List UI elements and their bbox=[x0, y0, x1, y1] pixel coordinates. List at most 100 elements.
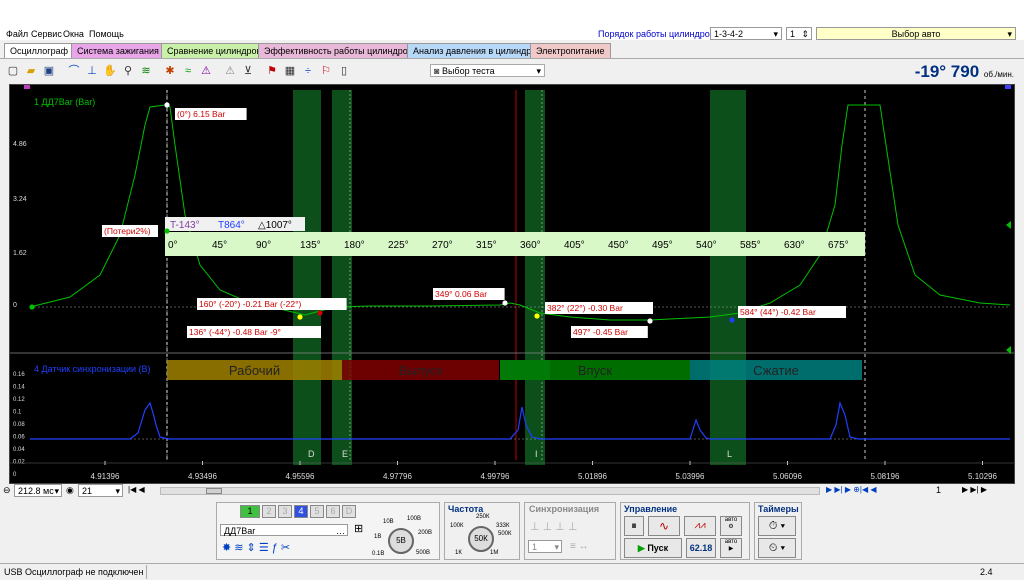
oscilloscope-display[interactable]: 4.86 3.24 1.62 0 1 ДД7Bar (Bar) 0.16 0.14 0.12 0… bbox=[9, 84, 1015, 484]
menu-windows[interactable]: Окна bbox=[63, 29, 84, 39]
channel-radio-icon[interactable]: ◉ bbox=[66, 485, 74, 496]
open-folder-icon[interactable]: ▰ bbox=[24, 64, 38, 78]
channel-button-1[interactable]: 1 bbox=[240, 505, 260, 518]
sine-wave-button[interactable]: ∿ bbox=[648, 516, 680, 536]
scroll-thumb[interactable] bbox=[206, 488, 222, 494]
channel-button-D[interactable]: D bbox=[342, 505, 356, 518]
flag-icon[interactable]: ⚐ bbox=[319, 64, 333, 78]
warning-icon[interactable]: ⚠ bbox=[223, 64, 237, 78]
table-icon[interactable]: ▦ bbox=[283, 64, 297, 78]
channel-button-5[interactable]: 5 bbox=[310, 505, 324, 518]
voltage-label: 200В bbox=[418, 530, 433, 536]
menu-service[interactable]: Сервис bbox=[31, 29, 62, 39]
noise-wave-button[interactable]: ⩘⩘ bbox=[684, 516, 716, 536]
channel-button-4[interactable]: 4 bbox=[294, 505, 308, 518]
rpm-readout: -19° 790 об./мин. bbox=[914, 62, 1014, 81]
trace-point bbox=[164, 228, 170, 234]
sensor-select[interactable]: ДД7Bar… bbox=[220, 524, 348, 536]
highlight-band bbox=[293, 90, 321, 465]
channel-tools[interactable]: ✸ ≋ ⇕ ☰ ƒ ✂ bbox=[222, 541, 290, 554]
sync-edge-icons[interactable]: ⊥ ⊥ ⊥ ⊥ bbox=[530, 520, 578, 533]
tab-cylinder-efficiency[interactable]: Эффективность работы цилиндров bbox=[258, 43, 419, 58]
start-button[interactable]: ▶ Пуск bbox=[624, 538, 682, 558]
x-tick-label: 5.03996 bbox=[676, 472, 705, 481]
tab-power[interactable]: Электропитание bbox=[530, 43, 611, 58]
channel1-label: 1 ДД7Bar (Bar) bbox=[34, 97, 95, 107]
y-tick-label: 3.24 bbox=[13, 196, 27, 203]
cursor-delta-readout: △1007° bbox=[258, 220, 292, 231]
freq-label: 250К bbox=[476, 514, 490, 520]
page-icon[interactable]: ▯ bbox=[337, 64, 351, 78]
tab-oscilloscope[interactable]: Осциллограф bbox=[4, 43, 74, 58]
timer-stop-button[interactable]: ⏲ ▾ bbox=[758, 538, 796, 558]
filter-icon[interactable]: ≋ bbox=[139, 64, 153, 78]
auto-settings-button[interactable]: авто ⚙ bbox=[720, 516, 742, 536]
auto-play-button[interactable]: авто ▶ bbox=[720, 538, 742, 558]
wave-icon[interactable]: ≈ bbox=[181, 64, 195, 78]
zero-icon[interactable]: ⊻ bbox=[241, 64, 255, 78]
y-tick-label: 0 bbox=[13, 472, 17, 478]
pause-button[interactable]: ⏸ bbox=[624, 516, 644, 536]
ignition-icon[interactable]: ✱ bbox=[163, 64, 177, 78]
car-select[interactable]: Выбор авто ▾ bbox=[816, 27, 1016, 40]
tab-pressure-analysis[interactable]: Анализ давления в цилиндре bbox=[407, 43, 543, 58]
highlight-band bbox=[710, 90, 746, 465]
degree-tick: 405° bbox=[564, 240, 585, 251]
save-icon[interactable]: ▣ bbox=[42, 64, 56, 78]
degree-tick: 0° bbox=[168, 240, 178, 251]
cursor-left-readout: T-143° bbox=[170, 220, 200, 231]
sync-channel-select[interactable]: 1 ▾ bbox=[528, 540, 562, 553]
cylinder-order-label: Порядок работы цилиндров bbox=[598, 29, 715, 39]
freq-label: 100К bbox=[450, 523, 464, 529]
timer-start-button[interactable]: ⏱ ▾ bbox=[758, 516, 796, 536]
cylinder-spin[interactable]: 1 ⇕ bbox=[786, 27, 812, 40]
timebase-select[interactable]: 212.8 мс ▾ bbox=[14, 484, 62, 497]
scroll-track[interactable] bbox=[160, 487, 820, 495]
x-tick-label: 5.10296 bbox=[968, 472, 997, 481]
degree-tick: 540° bbox=[696, 240, 717, 251]
frequency-knob[interactable]: 50К bbox=[468, 526, 494, 552]
zoom-out-icon[interactable]: ⊖ bbox=[3, 485, 11, 496]
sync-title: Синхронизация bbox=[529, 504, 600, 514]
marker-icon[interactable]: ⚑ bbox=[265, 64, 279, 78]
degree-tick: 495° bbox=[652, 240, 673, 251]
sensor-config-icon[interactable]: ⊞ bbox=[354, 522, 363, 535]
degree-tick: 90° bbox=[256, 240, 271, 251]
spark-icon[interactable]: ⚠ bbox=[199, 64, 213, 78]
cursor-icon[interactable]: ⊥ bbox=[85, 64, 99, 78]
hand-icon[interactable]: ✋ bbox=[103, 64, 117, 78]
trace-point bbox=[29, 304, 35, 310]
freq-label: 500К bbox=[498, 531, 512, 537]
last-frame-button[interactable]: ▶ ▶| ▶ bbox=[962, 485, 987, 494]
channel-button-3[interactable]: 3 bbox=[278, 505, 292, 518]
band-marker: L bbox=[727, 449, 732, 459]
annotation-point: 497° -0.45 Bar bbox=[573, 327, 628, 337]
annotation-point: 584° (44°) -0.42 Bar bbox=[740, 307, 816, 317]
y-tick-label: 4.86 bbox=[13, 141, 27, 148]
play-controls[interactable]: ▶ ▶| ▶ ⊕|◀ ◀ bbox=[826, 485, 877, 494]
y-tick-label: 0.14 bbox=[13, 385, 25, 391]
channel-button-2[interactable]: 2 bbox=[262, 505, 276, 518]
sync-level-icons[interactable]: ≡ ↔ bbox=[570, 541, 589, 552]
divide-icon[interactable]: ÷ bbox=[301, 64, 315, 78]
y-tick-label: 0.02 bbox=[13, 460, 25, 466]
voltage-knob[interactable]: 5В bbox=[388, 528, 414, 554]
tab-cylinder-compare[interactable]: Сравнение цилиндров bbox=[161, 43, 268, 58]
tab-ignition[interactable]: Система зажигания bbox=[71, 43, 165, 58]
menu-file[interactable]: Файл bbox=[6, 29, 28, 39]
trigger-icon[interactable]: ⌒ bbox=[67, 64, 81, 78]
cylinder-order-select[interactable]: 1-3-4-2 ▾ bbox=[710, 27, 782, 40]
x-tick-label: 4.97796 bbox=[383, 472, 412, 481]
channel-select[interactable]: 21 ▾ bbox=[78, 484, 123, 497]
menu-help[interactable]: Помощь bbox=[89, 29, 124, 39]
annotation-point: 349° 0.06 Bar bbox=[435, 289, 487, 299]
test-select[interactable]: ◙ Выбор теста ▾ bbox=[430, 64, 545, 77]
first-frame-button[interactable]: |◀ ◀ bbox=[128, 485, 145, 494]
annotation-point: 160° (-20°) -0.21 Bar (-22°) bbox=[199, 299, 301, 309]
new-file-icon[interactable]: ▢ bbox=[6, 64, 20, 78]
phase-label: Рабочий bbox=[229, 363, 280, 378]
status-divider bbox=[146, 565, 147, 579]
channel-button-6[interactable]: 6 bbox=[326, 505, 340, 518]
zoom-icon[interactable]: ⚲ bbox=[121, 64, 135, 78]
highlight-band bbox=[332, 90, 352, 465]
